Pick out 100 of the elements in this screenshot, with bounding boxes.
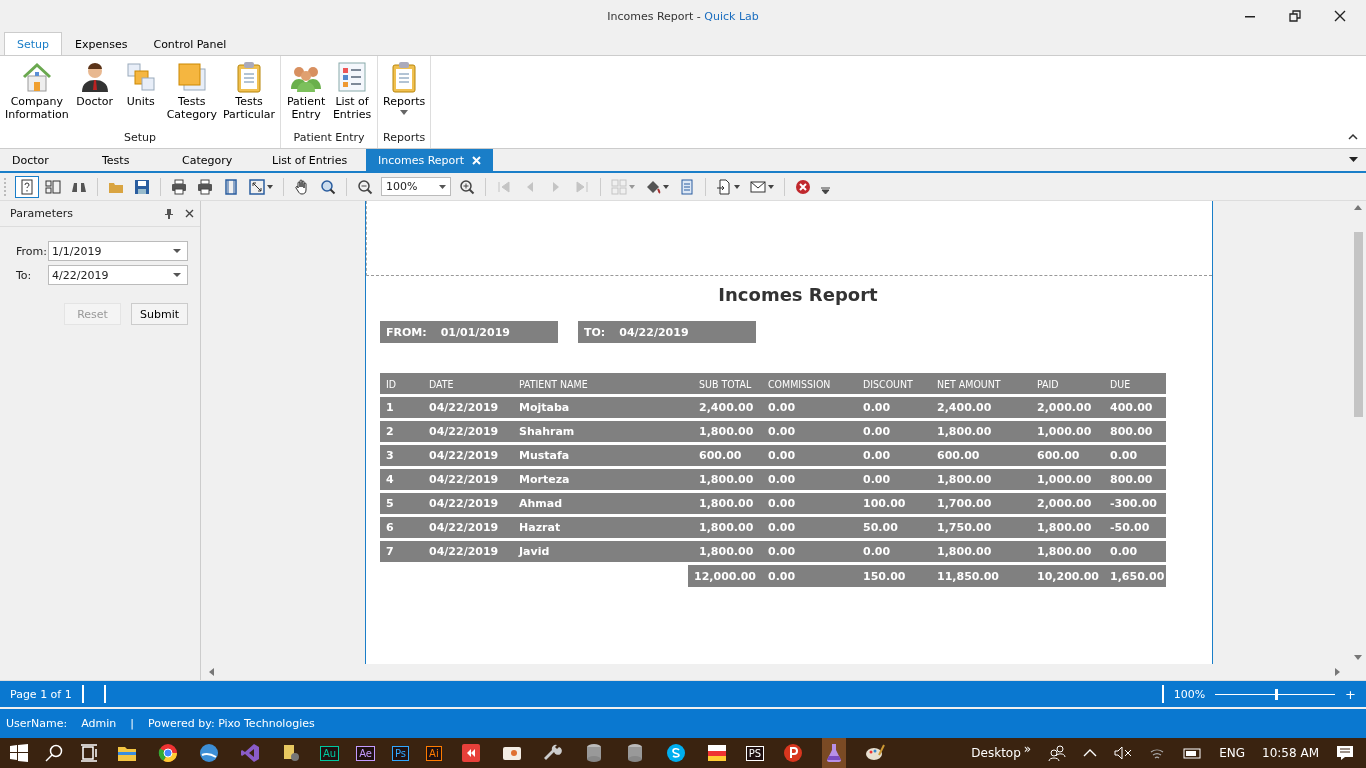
ribbon-button[interactable]: List of Entries <box>329 58 376 131</box>
table-cell-text: 0.00 <box>767 497 797 510</box>
last-icon <box>574 178 590 195</box>
app-tile[interactable]: Au <box>320 745 340 761</box>
table-cell-text: 1,800.00 <box>936 545 993 558</box>
search-icon[interactable] <box>45 744 63 762</box>
zoom-dropdown[interactable]: 100% <box>381 177 451 196</box>
scroll-right-icon[interactable] <box>1335 668 1340 676</box>
wifi-icon[interactable] <box>1149 746 1166 760</box>
customize-icon[interactable] <box>821 185 830 194</box>
table-cell-text: 1,800.00 <box>1036 545 1093 558</box>
task-view-icon[interactable] <box>80 744 98 762</box>
scroll-down-icon[interactable] <box>1354 655 1362 660</box>
collapse-icon[interactable] <box>1348 133 1358 140</box>
wrench-icon[interactable] <box>542 743 563 763</box>
table-cell-text: Javid <box>517 545 551 558</box>
app-tile[interactable]: PS <box>745 745 765 761</box>
battery-icon[interactable] <box>1182 747 1203 759</box>
column-header: PATIENT NAME <box>518 377 589 390</box>
scroll-left-icon[interactable] <box>209 668 214 676</box>
column-header: DUE <box>1109 377 1132 390</box>
hand-icon <box>294 178 310 195</box>
app-tile[interactable]: Ae <box>356 745 375 761</box>
table-cell-text: 1,750.00 <box>936 521 993 534</box>
table-cell-text: 1,800.00 <box>936 473 993 486</box>
arrow-tile-icon[interactable] <box>460 743 481 763</box>
table-cell-text: 0.00 <box>1109 545 1139 558</box>
table-cell-text: 0.00 <box>767 545 797 558</box>
close-icon <box>795 178 811 195</box>
windows-logo-icon[interactable] <box>10 744 28 762</box>
date-field[interactable]: 1/1/2019 <box>48 241 188 261</box>
close-icon[interactable] <box>1334 10 1346 22</box>
circle-p-icon[interactable] <box>783 743 804 763</box>
zoom-in-icon <box>459 178 475 195</box>
table-cell-text: 04/22/2019 <box>428 473 500 486</box>
total-cell-text: 10,200.00 <box>1036 569 1100 583</box>
close-icon[interactable] <box>185 209 194 218</box>
table-cell-text: 2,000.00 <box>1036 401 1093 414</box>
palette-icon[interactable] <box>865 743 886 763</box>
table-cell-text: 0.00 <box>1109 449 1139 462</box>
ribbon-button[interactable]: Doctor <box>71 58 118 131</box>
table-cell-text: 6 <box>385 521 395 534</box>
orb-icon[interactable] <box>199 743 219 763</box>
people-icon[interactable] <box>1048 745 1067 761</box>
document-tab[interactable]: Tests <box>90 149 170 171</box>
app-tile[interactable]: Ai <box>426 745 442 761</box>
document-tab[interactable]: List of Entries <box>260 149 366 171</box>
table-cell-text: Shahram <box>518 425 576 438</box>
scroll-thumb[interactable] <box>1353 232 1363 417</box>
table-cell-text: 0.00 <box>767 425 797 438</box>
ribbon-tab[interactable]: Setup <box>4 32 63 55</box>
browser-icon[interactable] <box>158 743 178 763</box>
toolbar-label[interactable]: Desktop <box>971 746 1021 760</box>
ribbon-button[interactable]: Tests Particular <box>219 58 279 131</box>
square-icon <box>175 61 208 93</box>
table-cell-text: 800.00 <box>1109 425 1154 438</box>
group-label: Patient Entry <box>293 131 365 146</box>
caret-icon[interactable] <box>1349 157 1358 162</box>
ribbon-button[interactable]: Tests Category <box>163 58 220 131</box>
caret-icon <box>439 184 446 189</box>
magnifier-icon <box>320 178 336 195</box>
scroll-up-icon[interactable] <box>1354 205 1362 210</box>
clock[interactable]: 10:58 AM <box>1262 746 1319 760</box>
ribbon-button[interactable]: Units <box>117 58 164 131</box>
form-button[interactable]: Submit <box>131 303 188 325</box>
table-cell-text: 0.00 <box>862 425 892 438</box>
notification-icon[interactable] <box>1336 745 1354 761</box>
document-tab[interactable]: Doctor <box>0 149 90 171</box>
restore-icon[interactable] <box>1289 10 1301 22</box>
zoom-in-button[interactable]: + <box>1345 686 1356 702</box>
table-cell-text: 800.00 <box>1109 473 1154 486</box>
chat-icon[interactable] <box>665 743 686 763</box>
table-cell-text: 0.00 <box>767 473 797 486</box>
muted-speaker-icon[interactable] <box>1114 746 1133 760</box>
slider-thumb[interactable] <box>1275 688 1279 700</box>
table-cell-text: 400.00 <box>1109 401 1154 414</box>
pin-icon[interactable] <box>165 208 173 219</box>
powered-by: Powered by: Pixo Technologies <box>148 717 315 730</box>
ribbon-tab[interactable]: Control Panel <box>140 32 240 55</box>
table-cell-text: 1,800.00 <box>698 545 755 558</box>
flag-icon[interactable] <box>706 743 727 763</box>
ribbon-tab[interactable]: Expenses <box>62 32 141 55</box>
chevron-up-icon[interactable] <box>1083 749 1098 757</box>
date-field[interactable]: 4/22/2019 <box>48 265 188 285</box>
paint-bucket-icon <box>645 178 661 195</box>
document-tab[interactable]: Incomes Report <box>366 149 494 171</box>
chevron[interactable]: » <box>1023 742 1032 756</box>
floppy-icon <box>134 178 150 195</box>
document-tab[interactable]: Category <box>170 149 260 171</box>
ribbon-button[interactable]: Company Information <box>2 58 72 131</box>
page-indicator: Page 1 of 1 <box>10 687 72 701</box>
help-button[interactable] <box>15 175 39 198</box>
printer-icon <box>171 178 187 195</box>
table-cell-text: 1,800.00 <box>698 521 755 534</box>
language-indicator[interactable]: ENG <box>1219 746 1246 760</box>
table-cell-text: 04/22/2019 <box>428 425 500 438</box>
ribbon-button[interactable]: Patient Entry <box>283 58 330 131</box>
app-tile[interactable]: Ps <box>392 745 410 761</box>
ribbon-button[interactable]: Reports <box>380 58 429 131</box>
field-label: To: <box>16 268 33 282</box>
